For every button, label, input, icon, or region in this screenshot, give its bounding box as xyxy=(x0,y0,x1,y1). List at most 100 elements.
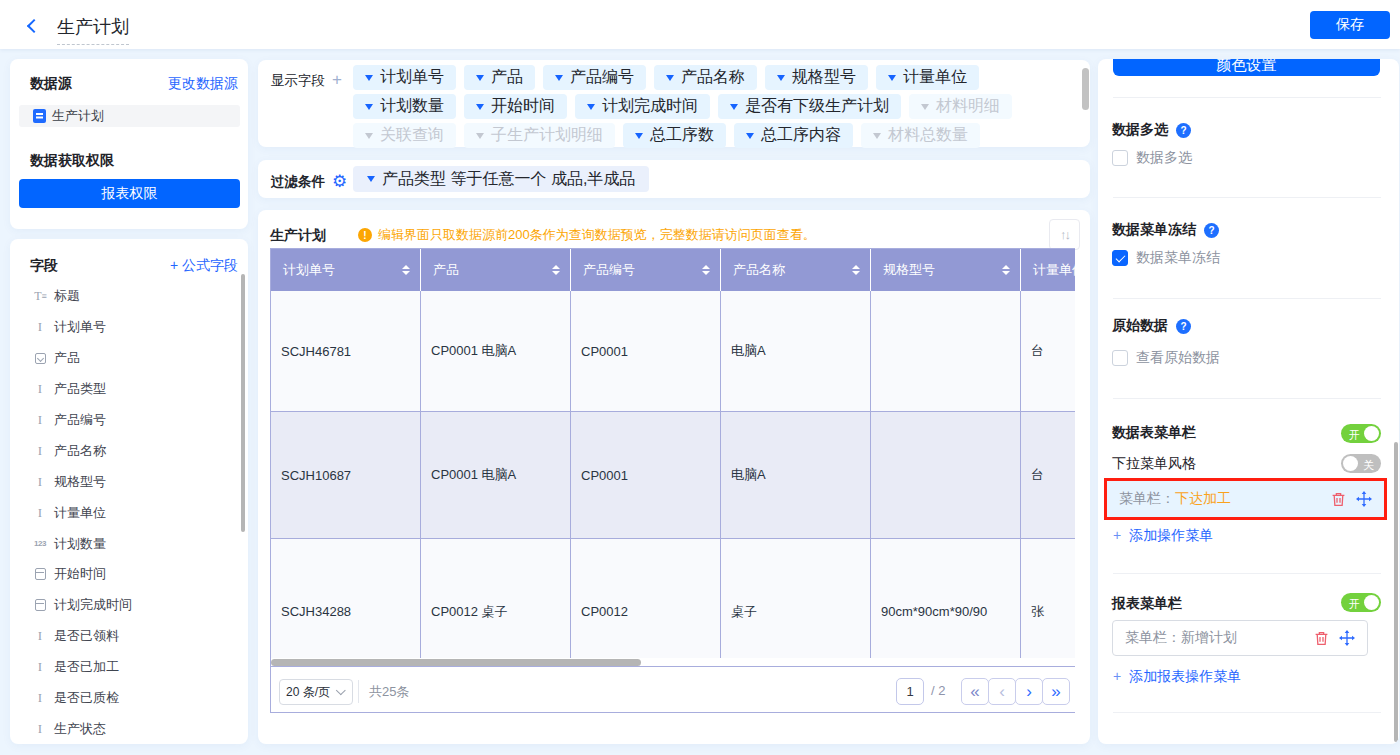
page-size-select[interactable]: 20 条/页 xyxy=(279,679,353,705)
move-icon[interactable] xyxy=(1339,630,1355,646)
report-menubar-toggle[interactable]: 开 xyxy=(1341,593,1381,612)
field-chip[interactable]: 计量单位 xyxy=(876,65,979,90)
field-item[interactable]: I生产状态 xyxy=(32,713,234,744)
sort-icon[interactable] xyxy=(402,265,410,276)
current-page-input[interactable]: 1 xyxy=(896,678,924,705)
multi-select-row[interactable]: 数据多选 xyxy=(1112,149,1192,167)
fields-scrollbar[interactable] xyxy=(241,274,245,532)
field-item[interactable]: I是否已加工 xyxy=(32,652,234,683)
sort-icon[interactable] xyxy=(1002,265,1010,276)
field-chip[interactable]: 产品 xyxy=(464,65,535,90)
table-menubar-toggle[interactable]: 开 xyxy=(1341,424,1381,443)
highlight-red-border: 菜单栏： 下达加工 xyxy=(1104,478,1387,520)
field-chip[interactable]: 计划完成时间 xyxy=(575,94,710,119)
field-item[interactable]: I规格型号 xyxy=(32,466,234,497)
field-chip[interactable]: 产品名称 xyxy=(654,65,757,90)
display-fields-scrollbar[interactable] xyxy=(1082,68,1089,110)
field-item[interactable]: 开始时间 xyxy=(32,559,234,590)
next-page-button[interactable]: › xyxy=(1015,678,1043,705)
field-chip[interactable]: 是否有下级生产计划 xyxy=(718,94,901,119)
menu-freeze-row[interactable]: 数据菜单冻结 xyxy=(1112,249,1220,267)
menu-item-value[interactable]: 新增计划 xyxy=(1181,629,1237,647)
add-action-menu-link[interactable]: +添加操作菜单 xyxy=(1113,527,1213,545)
help-icon[interactable]: ? xyxy=(1176,123,1191,138)
column-header[interactable]: 计划单号 xyxy=(271,249,421,291)
menu-bar-item[interactable]: 菜单栏： 新增计划 xyxy=(1113,621,1367,655)
gear-icon[interactable]: ⚙ xyxy=(332,171,347,192)
checkbox-checked[interactable] xyxy=(1112,250,1128,266)
field-item[interactable]: I是否已领料 xyxy=(32,621,234,652)
caret-down-icon xyxy=(587,104,595,110)
field-item[interactable]: I计量单位 xyxy=(32,497,234,528)
field-chip[interactable]: 规格型号 xyxy=(765,65,868,90)
field-chip-disabled[interactable]: 关联查询 xyxy=(353,123,456,148)
sort-order-button[interactable]: ↑↓ xyxy=(1049,219,1080,250)
field-chip[interactable]: 总工序数 xyxy=(623,123,726,148)
select-field-icon xyxy=(32,353,48,364)
field-chip[interactable]: 开始时间 xyxy=(464,94,567,119)
dropdown-style-toggle[interactable]: 关 xyxy=(1341,454,1381,473)
column-header[interactable]: 规格型号 xyxy=(871,249,1021,291)
column-header[interactable]: 产品名称 xyxy=(721,249,871,291)
column-header[interactable]: 产品 xyxy=(421,249,571,291)
chevron-down-icon xyxy=(336,685,346,695)
change-datasource-link[interactable]: 更改数据源 xyxy=(168,75,238,93)
field-chip[interactable]: 计划单号 xyxy=(353,65,456,90)
field-chip-disabled[interactable]: 材料明细 xyxy=(909,94,1012,119)
field-item[interactable]: I计划单号 xyxy=(32,312,234,343)
horizontal-scrollbar[interactable] xyxy=(271,659,641,666)
field-chip[interactable]: 产品编号 xyxy=(543,65,646,90)
help-icon[interactable]: ? xyxy=(1204,223,1219,238)
text-field-icon: I xyxy=(32,381,48,397)
field-chip-disabled[interactable]: 材料总数量 xyxy=(861,123,980,148)
caret-down-icon xyxy=(476,104,484,110)
field-item[interactable]: 产品 xyxy=(32,343,234,374)
field-chip[interactable]: 总工序内容 xyxy=(734,123,853,148)
add-formula-field-link[interactable]: + 公式字段 xyxy=(170,257,238,275)
toggle-knob xyxy=(1343,456,1358,471)
delete-icon[interactable] xyxy=(1331,492,1346,507)
delete-icon[interactable] xyxy=(1314,631,1329,646)
last-page-button[interactable]: » xyxy=(1042,678,1070,705)
field-item[interactable]: I产品类型 xyxy=(32,374,234,405)
table-row[interactable]: SCJH34288 CP0012 桌子 CP0012 桌子 90cm*90cm*… xyxy=(271,539,1075,658)
caret-down-icon xyxy=(365,75,373,81)
move-icon[interactable] xyxy=(1356,491,1372,507)
menu-bar-item[interactable]: 菜单栏： 下达加工 xyxy=(1107,481,1384,517)
column-header[interactable]: 计量单位 xyxy=(1021,249,1075,291)
field-chip-disabled[interactable]: 子生产计划明细 xyxy=(464,123,615,148)
save-button[interactable]: 保存 xyxy=(1310,11,1390,39)
field-item[interactable]: I产品编号 xyxy=(32,405,234,436)
sort-icon[interactable] xyxy=(552,265,560,276)
settings-scrollbar[interactable] xyxy=(1394,442,1399,742)
field-item[interactable]: I产品名称 xyxy=(32,435,234,466)
table-row[interactable]: SCJH46781 CP0001 电脑A CP0001 电脑A 台 xyxy=(271,291,1075,412)
field-item[interactable]: 计划完成时间 xyxy=(32,590,234,621)
field-item[interactable]: I是否已质检 xyxy=(32,683,234,714)
prev-page-button[interactable]: ‹ xyxy=(988,678,1016,705)
menu-item-value[interactable]: 下达加工 xyxy=(1175,490,1231,508)
sort-icon[interactable] xyxy=(702,265,710,276)
help-icon[interactable]: ? xyxy=(1176,319,1191,334)
fields-title: 字段 xyxy=(30,257,58,275)
field-item[interactable]: 123计划数量 xyxy=(32,528,234,559)
first-page-button[interactable]: « xyxy=(961,678,989,705)
datasource-item[interactable]: 生产计划 xyxy=(19,105,240,127)
field-item[interactable]: T标题 xyxy=(32,281,234,312)
column-header[interactable]: 产品编号 xyxy=(571,249,721,291)
checkbox-unchecked[interactable] xyxy=(1112,150,1128,166)
color-settings-button[interactable]: 颜色设置 xyxy=(1113,59,1380,76)
number-field-icon: 123 xyxy=(32,539,48,548)
field-chip[interactable]: 计划数量 xyxy=(353,94,456,119)
checkbox-unchecked[interactable] xyxy=(1112,350,1128,366)
report-permission-button[interactable]: 报表权限 xyxy=(19,179,240,208)
filter-chip[interactable]: 产品类型 等于任意一个 成品,半成品 xyxy=(353,166,649,192)
top-header: 生产计划 保存 xyxy=(0,0,1400,49)
sort-icon[interactable] xyxy=(852,265,860,276)
pagination: 20 条/页 共25条 1 / 2 « ‹ › » xyxy=(271,667,1075,712)
caret-down-icon xyxy=(365,104,373,110)
add-report-menu-link[interactable]: +添加报表操作菜单 xyxy=(1113,668,1241,686)
raw-data-row[interactable]: 查看原始数据 xyxy=(1112,349,1220,367)
table-row-selected[interactable]: SCJH10687 CP0001 电脑A CP0001 电脑A 台 xyxy=(271,412,1075,539)
add-display-field-icon[interactable]: + xyxy=(332,70,342,89)
